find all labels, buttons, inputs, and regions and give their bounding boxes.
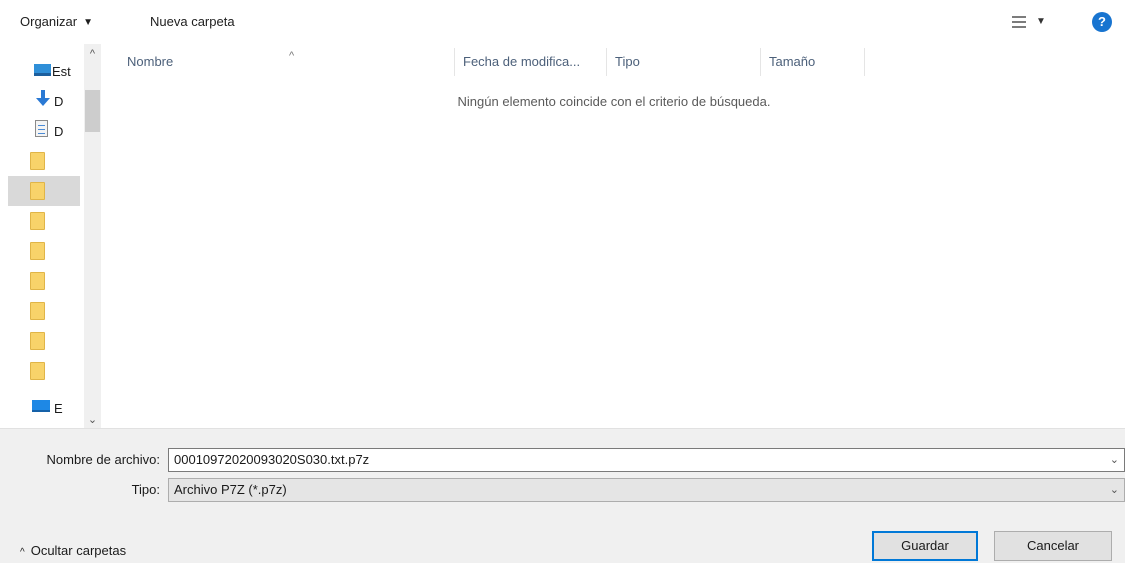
folder-icon [30,272,45,290]
scroll-down-icon[interactable]: ⌄ [84,412,101,428]
folder-icon [30,242,45,260]
details-view-icon [1012,16,1026,28]
column-header-label: Tipo [615,54,640,69]
nav-item-folder[interactable] [30,266,86,296]
toolbar: Organizar ▼ Nueva carpeta ▼ ? [0,0,1125,44]
nav-item-this-pc[interactable]: E [30,394,86,424]
save-label: Guardar [901,538,949,553]
organize-label: Organizar [20,14,78,29]
folder-icon [30,212,45,230]
cancel-button[interactable]: Cancelar [994,531,1112,561]
nav-item-folder[interactable] [30,206,86,236]
column-header-type[interactable]: Tipo [607,48,761,76]
folder-icon [30,302,45,320]
nav-item-label: D [54,94,64,109]
new-folder-label: Nueva carpeta [150,14,235,29]
empty-message: Ningún elemento coincide con el criterio… [457,94,771,109]
file-type-value: Archivo P7Z (*.p7z) [174,482,287,497]
scrollbar-thumb[interactable] [85,90,100,132]
file-list: Nombre ^ Fecha de modifica... Tipo Tamañ… [103,44,1125,428]
folder-icon [30,152,45,170]
nav-item-folder[interactable] [30,296,86,326]
nav-scrollbar[interactable]: ^ ⌄ [84,44,101,428]
nav-item-folder[interactable] [30,326,86,356]
caret-down-icon: ▼ [1036,16,1046,27]
desktop-icon [34,64,51,76]
filename-field[interactable]: 00010972020093020S030.txt.p7z ⌄ [168,448,1125,472]
caret-down-icon: ▼ [83,16,93,28]
nav-item-folder[interactable] [30,236,86,266]
folder-icon [30,332,45,350]
column-header-size[interactable]: Tamaño [761,48,865,76]
filename-label: Nombre de archivo: [46,452,160,467]
document-icon [35,120,48,137]
save-form: Nombre de archivo: 00010972020093020S030… [0,428,1125,563]
folder-icon [30,362,45,380]
nav-item-label: D [54,124,64,139]
help-button[interactable]: ? [1092,12,1112,32]
view-options-button[interactable]: ▼ [1012,12,1052,32]
column-header-label: Tamaño [769,54,816,69]
this-pc-icon [32,400,50,412]
column-header-date[interactable]: Fecha de modifica... [455,48,607,76]
nav-item-label: E [54,401,63,416]
help-icon: ? [1098,14,1106,29]
chevron-down-icon[interactable]: ⌄ [1110,449,1119,471]
folder-icon [30,182,45,200]
type-label: Tipo: [131,482,160,497]
nav-item-documents[interactable]: D [30,117,86,147]
organize-menu-button[interactable]: Organizar ▼ [20,12,93,32]
column-header-label: Nombre [127,54,174,69]
chevron-down-icon[interactable]: ⌄ [1110,479,1119,501]
nav-item-folder[interactable] [30,146,86,176]
nav-item-folder[interactable] [30,356,86,386]
nav-item-desktop[interactable]: Est [30,57,86,87]
download-icon [36,90,50,108]
filename-value: 00010972020093020S030.txt.p7z [174,452,370,467]
chevron-up-icon: ^ [20,547,25,558]
new-folder-button[interactable]: Nueva carpeta [150,12,235,32]
scroll-up-icon[interactable]: ^ [84,46,101,62]
hide-folders-button[interactable]: ^ Ocultar carpetas [20,542,126,562]
hide-folders-label: Ocultar carpetas [30,543,127,558]
column-header-name[interactable]: Nombre ^ [119,48,455,76]
file-type-select[interactable]: Archivo P7Z (*.p7z) ⌄ [168,478,1125,502]
nav-item-downloads[interactable]: D [30,87,86,117]
column-header-label: Fecha de modifica... [463,54,581,69]
sort-ascending-icon: ^ [289,50,295,62]
nav-item-folder-selected[interactable] [8,176,80,206]
cancel-label: Cancelar [1026,538,1080,553]
nav-item-label: Est [52,64,71,79]
save-button[interactable]: Guardar [872,531,978,561]
